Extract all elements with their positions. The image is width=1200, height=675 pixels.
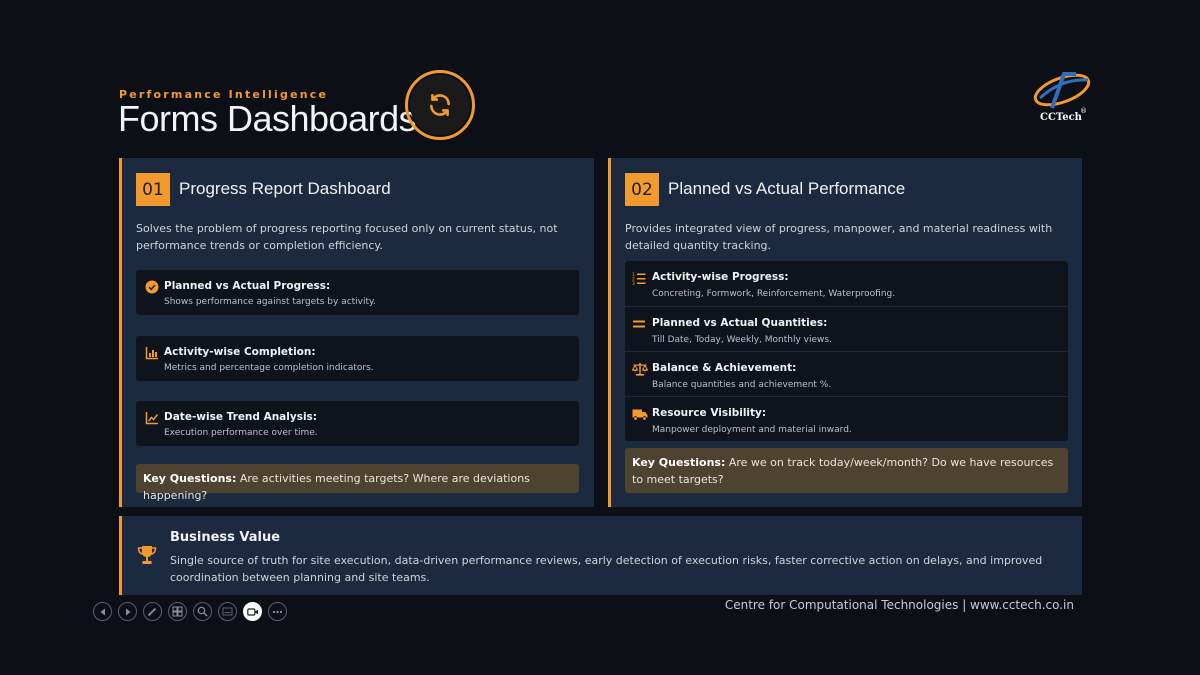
list-icon: 1 2 3	[632, 272, 646, 285]
feature-title: Balance & Achievement:	[652, 362, 797, 374]
feature-desc: Manpower deployment and material inward.	[652, 425, 852, 435]
balance-scale-icon	[632, 363, 648, 376]
slides-overview-button[interactable]	[168, 602, 187, 621]
business-value-text: Single source of truth for site executio…	[170, 554, 1043, 584]
trend-line-icon	[145, 412, 159, 425]
feature-title: Activity-wise Progress:	[652, 271, 789, 283]
feature-desc: Execution performance over time.	[164, 428, 318, 438]
feature-item: 1 2 3 Activity-wise Progress: Concreting…	[625, 261, 1068, 306]
presentation-controls	[93, 602, 287, 621]
key-questions-label: Key Questions:	[632, 456, 726, 469]
next-slide-button[interactable]	[118, 602, 137, 621]
feature-desc: Metrics and percentage completion indica…	[164, 363, 374, 373]
zoom-icon	[197, 606, 208, 617]
svg-text:3: 3	[632, 281, 635, 285]
trophy-icon	[137, 546, 157, 564]
feature-item: Resource Visibility: Manpower deployment…	[625, 396, 1068, 441]
feature-desc: Till Date, Today, Weekly, Monthly views.	[652, 335, 832, 345]
title-badge	[405, 70, 475, 140]
truck-icon	[632, 409, 648, 421]
zoom-button[interactable]	[193, 602, 212, 621]
more-options-button[interactable]	[268, 602, 287, 621]
check-circle-icon	[145, 280, 159, 294]
feature-item: Planned vs Actual Quantities: Till Date,…	[625, 306, 1068, 351]
subtitles-icon	[222, 607, 233, 616]
progress-report-card: 01 Progress Report Dashboard Solves the …	[119, 158, 594, 507]
pen-tool-button[interactable]	[143, 602, 162, 621]
planned-vs-actual-card: 02 Planned vs Actual Performance Provide…	[608, 158, 1082, 507]
key-questions-label: Key Questions:	[143, 472, 237, 485]
feature-item: Planned vs Actual Progress: Shows perfor…	[136, 270, 579, 315]
card-description: Provides integrated view of progress, ma…	[625, 222, 1053, 252]
feature-item: Balance & Achievement: Balance quantitie…	[625, 351, 1068, 396]
feature-desc: Shows performance against targets by act…	[164, 297, 376, 307]
subtitles-button[interactable]	[218, 602, 237, 621]
previous-slide-button[interactable]	[93, 602, 112, 621]
page-title: Forms Dashboards	[118, 98, 417, 139]
more-icon	[272, 610, 283, 613]
business-value-title: Business Value	[170, 530, 281, 545]
card-description: Solves the problem of progress reporting…	[136, 222, 558, 252]
feature-desc: Balance quantities and achievement %.	[652, 380, 832, 390]
logo-registered: ®	[1080, 107, 1087, 115]
business-value-card: Business Value Single source of truth fo…	[119, 516, 1082, 595]
feature-desc: Concreting, Formwork, Reinforcement, Wat…	[652, 289, 896, 299]
card-title: Planned vs Actual Performance	[668, 179, 906, 198]
footer-text: Centre for Computational Technologies | …	[724, 598, 1074, 612]
card-number-badge: 02	[625, 173, 659, 206]
key-questions-box: Key Questions: Are we on track today/wee…	[625, 448, 1068, 493]
feature-title: Planned vs Actual Quantities:	[652, 317, 828, 329]
key-questions-box: Key Questions: Are activities meeting ta…	[136, 464, 579, 502]
pen-icon	[147, 607, 157, 617]
feature-title: Activity-wise Completion:	[164, 346, 316, 358]
equals-icon	[633, 320, 645, 328]
feature-title: Planned vs Actual Progress:	[164, 280, 331, 292]
bar-chart-icon	[145, 347, 158, 360]
card-number-badge: 01	[136, 173, 170, 206]
next-icon	[125, 608, 130, 615]
previous-icon	[100, 608, 105, 615]
logo-text: CCTech	[1040, 112, 1082, 123]
feature-title: Resource Visibility:	[652, 407, 767, 419]
feature-item: Date-wise Trend Analysis: Execution perf…	[136, 401, 579, 446]
card-title: Progress Report Dashboard	[179, 179, 391, 198]
slides-icon	[172, 606, 183, 617]
feature-title: Date-wise Trend Analysis:	[164, 411, 318, 423]
feature-list: 1 2 3 Activity-wise Progress: Concreting…	[625, 261, 1068, 441]
feature-item: Activity-wise Completion: Metrics and pe…	[136, 336, 579, 381]
camera-button[interactable]	[243, 602, 262, 621]
refresh-icon	[430, 93, 450, 117]
camera-icon	[246, 607, 258, 616]
